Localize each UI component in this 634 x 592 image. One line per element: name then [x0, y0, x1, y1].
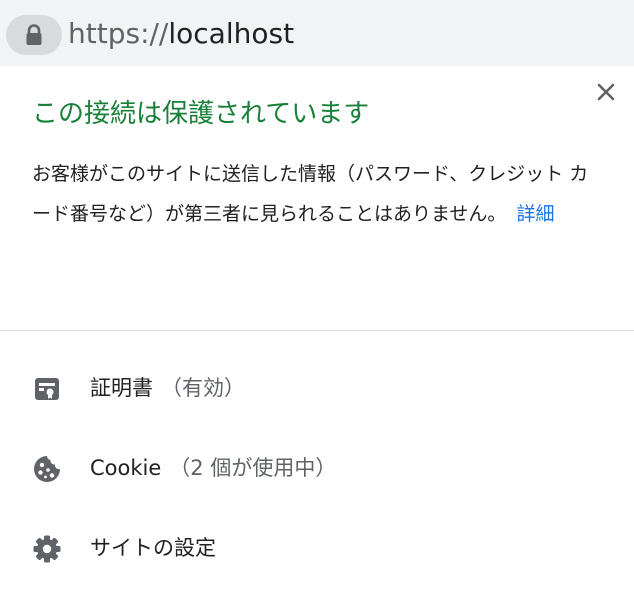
site-info-button[interactable] [6, 15, 62, 55]
menu-item-label: 証明書 [90, 376, 153, 400]
menu-item-site-settings[interactable]: サイトの設定 [0, 520, 634, 576]
url-host: localhost [168, 17, 295, 50]
menu-item-cookie[interactable]: Cookie （2 個が使用中） [0, 440, 634, 496]
menu-item-label: Cookie [90, 456, 162, 480]
menu-item-status: （2 個が使用中） [169, 456, 337, 480]
menu-item-certificate[interactable]: 証明書 （有効） [0, 360, 634, 416]
description-text: お客様がこのサイトに送信した情報（パスワード、クレジット カード番号など）が第三… [32, 163, 589, 225]
url-text[interactable]: https://localhost [68, 14, 294, 54]
close-button[interactable] [590, 78, 622, 110]
details-link[interactable]: 詳細 [516, 203, 554, 225]
menu-item-status: （有効） [161, 376, 245, 400]
close-icon [596, 82, 616, 106]
gear-icon [32, 534, 62, 564]
menu-item-label: サイトの設定 [90, 536, 216, 560]
menu-item-cookie-text: Cookie （2 個が使用中） [90, 448, 336, 488]
page-info-popup: この接続は保護されています お客様がこのサイトに送信した情報（パスワード、クレジ… [0, 66, 634, 592]
address-bar[interactable]: https://localhost [0, 0, 634, 67]
lock-icon [25, 24, 43, 46]
menu-item-site-settings-text: サイトの設定 [90, 528, 216, 568]
url-scheme: https:// [68, 17, 169, 50]
page-info-popup-screen: https://localhost この接続は保護されています お客様がこのサイ… [0, 0, 634, 592]
menu-item-certificate-text: 証明書 （有効） [90, 368, 245, 408]
cookie-icon [32, 454, 62, 484]
divider [0, 330, 634, 331]
certificate-icon [32, 374, 62, 404]
security-description: お客様がこのサイトに送信した情報（パスワード、クレジット カード番号など）が第三… [32, 154, 604, 234]
popup-title: この接続は保護されています [32, 99, 370, 129]
